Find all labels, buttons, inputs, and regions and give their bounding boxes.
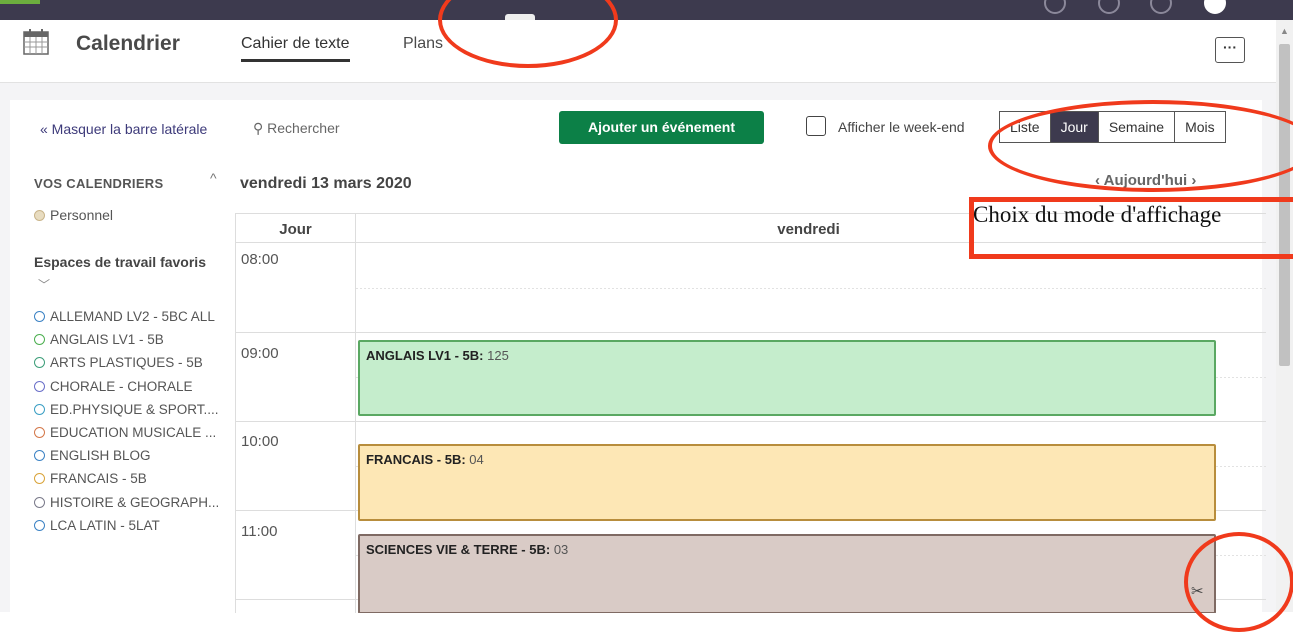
- event-anglais[interactable]: ANGLAIS LV1 - 5B: 125: [358, 340, 1216, 416]
- event-location: 04: [469, 452, 484, 467]
- workspace-label: LCA LATIN - 5LAT: [50, 517, 160, 533]
- workspace-color-dot: [34, 450, 45, 462]
- workspace-color-dot: [34, 357, 45, 369]
- messages-icon[interactable]: [1098, 0, 1120, 14]
- scroll-up-icon[interactable]: ▲: [1280, 26, 1289, 36]
- event-title: ANGLAIS LV1 - 5B:: [366, 348, 484, 363]
- search-field[interactable]: ⚲ Rechercher: [253, 120, 340, 137]
- workspace-label: HISTOIRE & GEOGRAPH...: [50, 494, 220, 510]
- workspace-label: ENGLISH BLOG: [50, 448, 151, 464]
- hour-label: 11:00: [241, 523, 278, 540]
- workspace-label: CHORALE - CHORALE: [50, 378, 193, 394]
- favorite-workspace-item[interactable]: CHORALE - CHORALE: [34, 379, 219, 402]
- favorite-workspace-item[interactable]: HISTOIRE & GEOGRAPH...: [34, 495, 219, 518]
- favorite-workspace-item[interactable]: FRANCAIS - 5B: [34, 471, 219, 494]
- hour-line: [236, 421, 1266, 422]
- hour-label: 09:00: [241, 345, 279, 362]
- page-scrollbar[interactable]: ▲: [1276, 20, 1293, 612]
- workspace-label: ANGLAIS LV1 - 5B: [50, 332, 164, 348]
- favorite-workspace-item[interactable]: ALLEMAND LV2 - 5BC ALL: [34, 309, 219, 332]
- favorite-workspace-item[interactable]: ED.PHYSIQUE & SPORT....: [34, 402, 219, 425]
- workspace-label: ALLEMAND LV2 - 5BC ALL: [50, 309, 215, 324]
- half-hour-line: [356, 288, 1266, 289]
- event-location: 125: [487, 348, 509, 363]
- workspace-color-dot: [34, 403, 45, 415]
- logo-strip: [0, 0, 40, 4]
- workspace-color-dot: [34, 426, 45, 438]
- event-title: FRANCAIS - 5B:: [366, 452, 466, 467]
- workspace-color-dot: [34, 380, 45, 392]
- workspace-color-dot: [34, 519, 45, 531]
- favorite-workspace-item[interactable]: EDUCATION MUSICALE ...: [34, 425, 219, 448]
- hour-line: [236, 332, 1266, 333]
- notification-icon[interactable]: [1044, 0, 1066, 14]
- event-sciences[interactable]: SCIENCES VIE & TERRE - 5B: 03: [358, 534, 1216, 613]
- favorites-list: ALLEMAND LV2 - 5BC ALL ANGLAIS LV1 - 5B AR…: [34, 309, 219, 541]
- tab-plans[interactable]: Plans: [403, 35, 443, 53]
- avatar-icon[interactable]: [1204, 0, 1226, 14]
- calendar-icon: [23, 29, 49, 55]
- more-options-button[interactable]: ···: [1215, 37, 1245, 63]
- day-grid: Jour vendredi 08:00 09:00 10:00 11:00 AN…: [235, 213, 1266, 613]
- annotation-text: Choix du mode d'affichage: [973, 202, 1222, 227]
- show-weekend-label: Afficher le week-end: [838, 119, 965, 135]
- workspace-label: ARTS PLASTIQUES - 5B: [50, 355, 203, 371]
- calendar-item-label: Personnel: [50, 207, 114, 223]
- workspace-label: EDUCATION MUSICALE ...: [50, 424, 217, 440]
- chevron-up-icon[interactable]: ^: [210, 170, 217, 186]
- workspace-color-dot: [34, 473, 45, 485]
- tab-cahier-de-texte[interactable]: Cahier de texte: [241, 35, 350, 62]
- favorites-heading: Espaces de travail favoris: [34, 254, 206, 270]
- my-calendars-heading: VOS CALENDRIERS: [34, 176, 164, 191]
- app-header: Calendrier Cahier de texte Plans ···: [0, 20, 1276, 83]
- favorite-workspace-item[interactable]: LCA LATIN - 5LAT: [34, 518, 219, 541]
- workspace-color-dot: [34, 334, 45, 346]
- help-icon[interactable]: [1150, 0, 1172, 14]
- favorite-workspace-item[interactable]: ARTS PLASTIQUES - 5B: [34, 355, 219, 378]
- calendar-item-personal[interactable]: Personnel: [34, 207, 113, 223]
- favorite-workspace-item[interactable]: ANGLAIS LV1 - 5B: [34, 332, 219, 355]
- hour-label: 08:00: [241, 251, 279, 268]
- annotation-oval-pin: [1184, 532, 1293, 632]
- hide-sidebar-link[interactable]: « Masquer la barre latérale: [40, 121, 207, 137]
- workspace-label: FRANCAIS - 5B: [50, 471, 147, 487]
- show-weekend-checkbox[interactable]: [806, 116, 826, 136]
- top-app-bar: [0, 0, 1293, 20]
- app-title: Calendrier: [76, 32, 180, 55]
- workspace-label: ED.PHYSIQUE & SPORT....: [50, 401, 219, 417]
- event-title: SCIENCES VIE & TERRE - 5B:: [366, 542, 551, 557]
- add-event-button[interactable]: Ajouter un événement: [559, 111, 764, 144]
- search-icon: ⚲: [253, 120, 268, 136]
- workspace-color-dot: [34, 311, 45, 322]
- chevron-down-icon[interactable]: ﹀: [38, 276, 50, 293]
- search-label: Rechercher: [267, 120, 340, 136]
- hour-label: 10:00: [241, 433, 279, 450]
- favorite-workspace-item[interactable]: ENGLISH BLOG: [34, 448, 219, 471]
- current-date-title: vendredi 13 mars 2020: [240, 175, 412, 192]
- time-column-divider: [355, 242, 356, 613]
- calendar-color-dot: [34, 210, 45, 221]
- workspace-color-dot: [34, 496, 45, 508]
- event-francais[interactable]: FRANCAIS - 5B: 04: [358, 444, 1216, 521]
- event-location: 03: [553, 542, 569, 557]
- time-column-header: Jour: [236, 214, 356, 242]
